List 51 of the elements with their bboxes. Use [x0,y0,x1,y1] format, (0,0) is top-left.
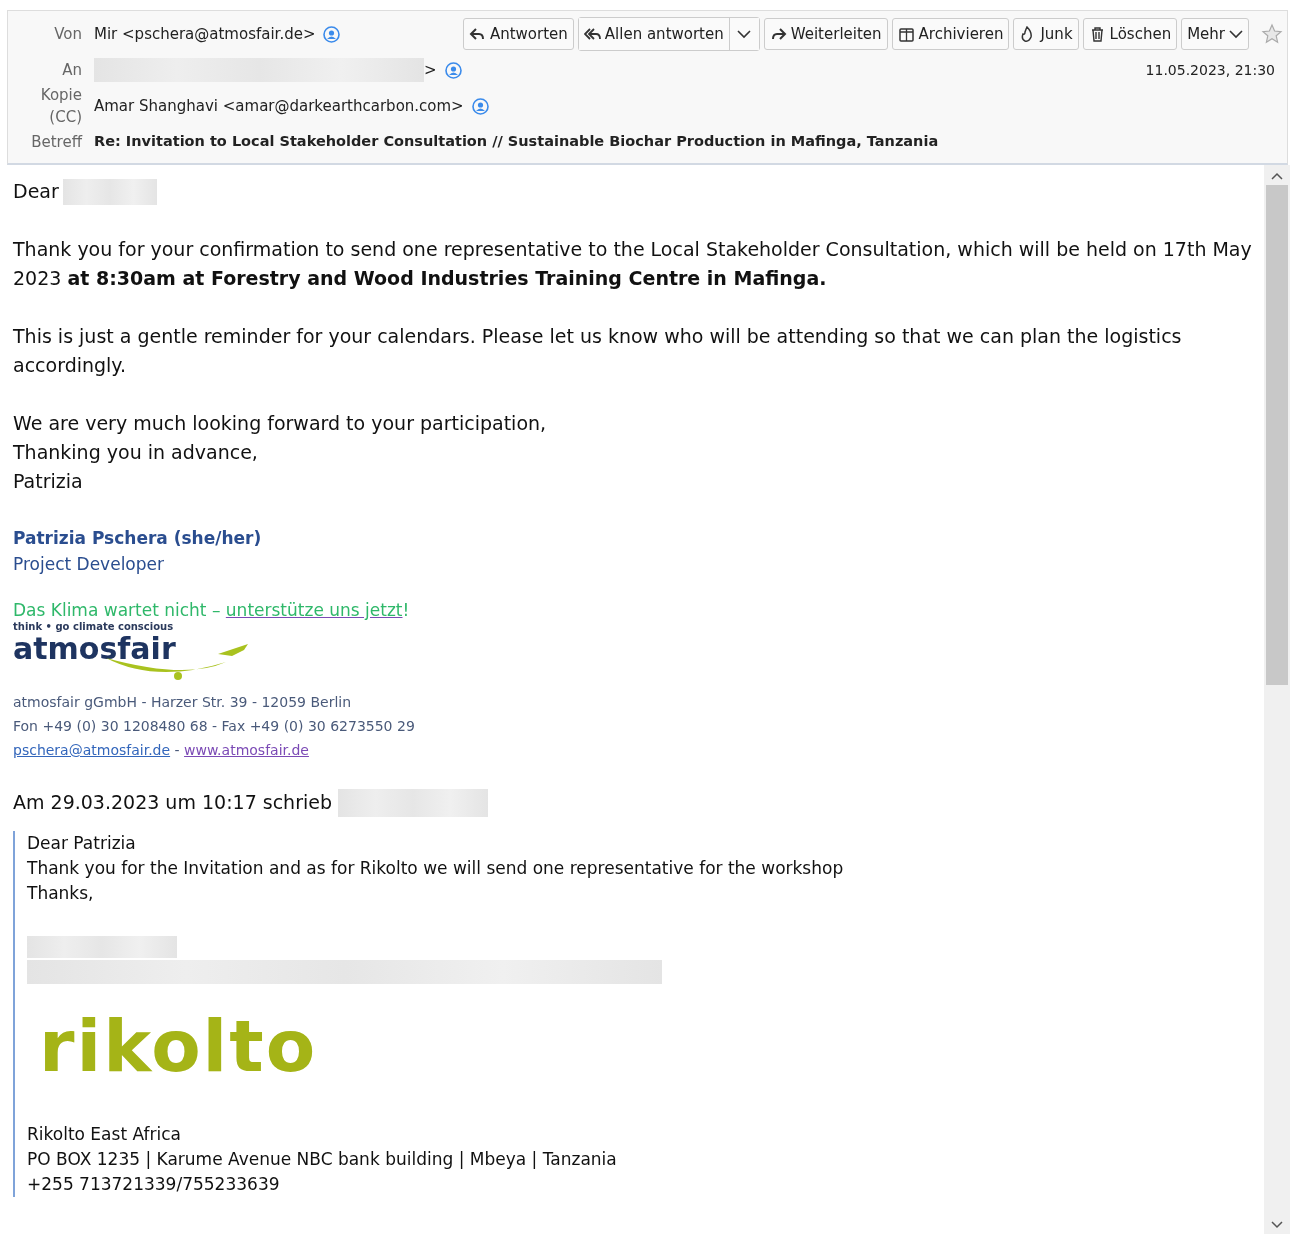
separator-text: - [173,742,181,758]
more-button[interactable]: Mehr [1181,18,1249,50]
field-label: Von [53,23,83,45]
scrollbar-thumb[interactable] [1266,185,1288,685]
phone-line: Fon +49 (0) 30 1208480 68 - Fax +49 (0) 30 6273550 29 [13,717,416,736]
recipient-address[interactable]: > [424,58,437,82]
delete-button[interactable]: Löschen [1082,18,1178,50]
paragraph: Thank you for your confirmation to send one representative to the Local Stakeholder Consultation, which will be held on 17th May 2023 at 8:30am at Forestry and Wood Industries Training Centre in Mafinga. [13,237,1253,291]
cc-address[interactable]: Amar Shanghavi <amar@darkearthcarbon.com> [94,94,464,118]
scroll-down-icon[interactable] [1271,1220,1283,1230]
paragraph: This is just a gentle reminder for your calendars. Please let us know who will be attending so that we can plan the logistics accordingly. [13,324,1183,378]
quoted-address-line: +255 713721339/755233639 [27,1173,281,1196]
slogan-text: Das Klima wartet nicht – unterstütze uns jetzt! [13,599,411,621]
field-label: Kopie (CC) [39,84,83,128]
closing-line: Thanking you in advance, [13,440,259,465]
quoted-address-line: Rikolto East Africa [27,1123,182,1146]
signature-name: Patrizia Pschera (she/her) [13,527,263,550]
logo-wordmark: atmosfair [13,632,176,666]
address-line: atmosfair gGmbH - Harzer Str. 39 - 12059 Berlin [13,693,353,712]
quoted-address-line: PO BOX 1235 | Karume Avenue NBC bank building | Mbeya | Tanzania [27,1148,618,1171]
subject-text: Re: Invitation to Local Stakeholder Consultation // Sustainable Biochar Production in Mafinga, Tanzania [94,132,939,152]
forward-button[interactable]: Weiterleiten [763,18,888,50]
signature-role: Project Developer [13,553,165,576]
contact-icon[interactable] [323,25,341,43]
quoted-line: Thank you for the Invitation and as for Rikolto we will send one representative for the workshop [27,857,845,880]
box-icon [897,25,915,43]
quote-header: Am 29.03.2023 um 10:17 schrieb [13,790,332,815]
rikolto-logo: rikolto [39,1006,318,1086]
dropdown-button[interactable] [728,18,759,50]
closing-line: Patrizia [13,469,84,494]
reply-button[interactable]: Antworten [462,18,574,50]
field-label: An [61,59,83,81]
quoted-line: Thanks, [27,882,95,905]
quoted-line: Dear Patrizia [27,832,137,855]
website-link[interactable]: www.atmosfair.de [184,742,309,758]
contact-icon[interactable] [444,61,462,79]
junk-button[interactable]: Junk [1013,18,1079,50]
scrollbar[interactable] [1264,165,1290,1234]
field-label: Betreff [30,131,84,153]
email-link[interactable]: pschera@atmosfair.de [13,742,171,758]
caret-icon [737,29,752,39]
logo-tagline: think • go climate conscious [13,621,175,632]
sender-address[interactable]: Mir <pschera@atmosfair.de> [94,22,316,46]
message-date: 11.05.2023, 21:30 [1145,60,1275,80]
closing-line: We are very much looking forward to your participation, [13,411,548,436]
greeting-text: Dear [13,179,59,204]
star-icon[interactable] [1261,23,1283,45]
scroll-up-icon[interactable] [1271,171,1283,181]
archive-button[interactable]: Archivieren [891,18,1010,50]
contact-icon[interactable] [471,97,489,115]
caret-icon [1229,29,1243,39]
